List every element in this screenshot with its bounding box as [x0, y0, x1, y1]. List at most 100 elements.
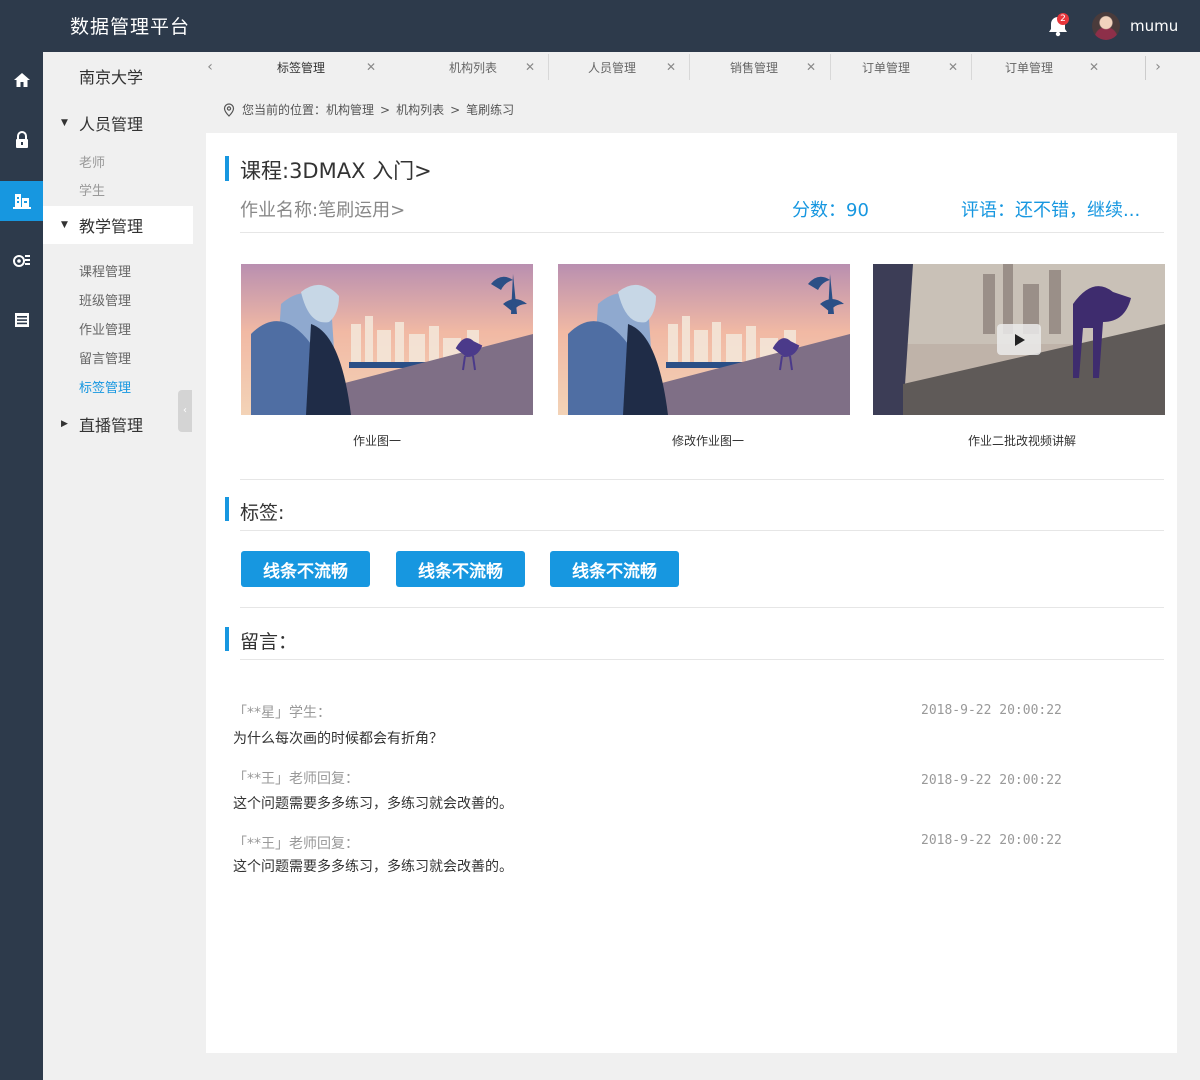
revised-homework-image[interactable] [558, 264, 850, 415]
close-icon[interactable]: ✕ [366, 60, 376, 74]
sidebar-item-homework[interactable]: 作业管理 [79, 319, 131, 338]
messages-section-title: 留言： [240, 631, 298, 653]
top-header: 数据管理平台 2 mumu [0, 0, 1200, 52]
tab-orders-2[interactable]: 订单管理 ✕ [972, 52, 1112, 82]
notification-badge: 2 [1057, 13, 1069, 25]
sidebar-item-teacher[interactable]: 老师 [79, 152, 105, 171]
image-caption: 作业二批改视频讲解 [967, 434, 1076, 448]
sidebar-item-course[interactable]: 课程管理 [79, 261, 131, 280]
tab-label: 标签管理 [277, 60, 326, 75]
breadcrumb-item-current: 笔刷练习 [466, 103, 515, 117]
tab-tag-management[interactable]: 标签管理 ✕ [223, 52, 408, 82]
teacher-comment: 评语：还不错，继续... [961, 200, 1141, 221]
homework-name[interactable]: 作业名称:笔刷运用> [240, 196, 405, 222]
breadcrumb-item[interactable]: 机构管理 [326, 101, 374, 118]
breadcrumb-separator: > [450, 102, 461, 117]
close-icon[interactable]: ✕ [525, 60, 535, 74]
message-text: 这个问题需要多多练习，多练习就会改善的。 [233, 859, 513, 875]
caret-down-icon: ▼ [61, 118, 68, 128]
divider [240, 530, 1164, 531]
message-author: 「**王」老师回复： [233, 836, 359, 852]
sidebar-item-message[interactable]: 留言管理 [79, 348, 131, 367]
org-name: 南京大学 [79, 68, 144, 87]
menu-group-personnel[interactable]: ▼ 人员管理 [43, 104, 193, 142]
menu-group-teaching[interactable]: ▼ 教学管理 [43, 206, 193, 244]
sidebar-collapse-handle[interactable]: ‹ [178, 390, 192, 432]
review-video[interactable] [873, 264, 1165, 415]
section-accent-bar [225, 627, 229, 651]
divider [240, 479, 1164, 480]
tab-label: 订单管理 [862, 60, 911, 75]
close-icon[interactable]: ✕ [948, 60, 958, 74]
building-icon [12, 194, 31, 209]
message-author: 「**王」老师回复： [233, 771, 359, 787]
rail-list[interactable] [0, 300, 43, 340]
breadcrumb-item[interactable]: 机构列表 [396, 101, 444, 118]
list-icon [14, 313, 29, 327]
tags-section-title: 标签: [240, 502, 285, 524]
divider [240, 659, 1164, 660]
breadcrumb-separator: > [380, 102, 391, 117]
sidebar-item-class[interactable]: 班级管理 [79, 290, 131, 309]
tag-chip[interactable]: 线条不流畅 [396, 551, 525, 587]
home-icon [13, 73, 30, 87]
homework-image[interactable] [241, 264, 533, 415]
tab-personnel[interactable]: 人员管理 ✕ [549, 52, 689, 82]
menu-group-label: 直播管理 [79, 416, 144, 435]
rail-lock[interactable] [0, 120, 43, 160]
breadcrumb-prefix: 您当前的位置： [242, 103, 327, 117]
rail-analytics[interactable] [0, 240, 43, 280]
caret-down-icon: ▼ [61, 220, 68, 230]
tab-label: 订单管理 [1005, 60, 1054, 75]
sidebar-item-tag[interactable]: 标签管理 [79, 377, 131, 396]
artwork-image [558, 264, 850, 415]
sidebar: 南京大学 ▼ 人员管理 老师 学生 ▼ 教学管理 课程管理 班级管理 作业管理 … [43, 52, 193, 1080]
close-icon[interactable]: ✕ [806, 60, 816, 74]
tab-bar: ‹ 标签管理 ✕ 机构列表 ✕ 人员管理 ✕ 销售管理 ✕ 订单管理 ✕ 订单管… [193, 52, 1200, 82]
message-author: 「**星」学生： [233, 705, 331, 721]
tab-scroll-left-icon[interactable]: ‹ [195, 52, 225, 82]
section-accent-bar [225, 497, 229, 521]
lock-icon [15, 131, 28, 148]
main-panel: 课程:3DMAX 入门> 作业名称:笔刷运用> 分数：90 评语：还不错，继续.… [206, 133, 1177, 1053]
message-timestamp: 2018-9-22 20:00:22 [921, 773, 1062, 788]
caret-right-icon: ▶ [61, 419, 68, 429]
message-text: 这个问题需要多多练习，多练习就会改善的。 [233, 796, 513, 812]
tag-chip[interactable]: 线条不流畅 [550, 551, 679, 587]
close-icon[interactable]: ✕ [1089, 60, 1099, 74]
user-avatar[interactable] [1092, 12, 1120, 40]
tab-orders-1[interactable]: 订单管理 ✕ [831, 52, 971, 82]
tab-label: 机构列表 [449, 60, 498, 75]
play-triangle-icon [1015, 333, 1025, 346]
message-text: 为什么每次画的时候都会有折角？ [233, 731, 443, 747]
tab-org-list[interactable]: 机构列表 ✕ [408, 52, 548, 82]
rail-home[interactable] [0, 60, 43, 100]
close-icon[interactable]: ✕ [666, 60, 676, 74]
tab-scroll-right-icon[interactable]: › [1143, 52, 1173, 82]
location-pin-icon [223, 102, 235, 117]
image-caption: 修改作业图一 [671, 434, 744, 448]
course-title[interactable]: 课程:3DMAX 入门> [240, 155, 432, 185]
play-icon[interactable] [997, 324, 1041, 355]
tab-sales[interactable]: 销售管理 ✕ [690, 52, 830, 82]
rail-building[interactable] [0, 181, 43, 221]
section-accent-bar [225, 156, 229, 181]
tab-label: 销售管理 [730, 60, 779, 75]
sidebar-item-student[interactable]: 学生 [79, 180, 105, 199]
tag-chip[interactable]: 线条不流畅 [241, 551, 370, 587]
tab-label: 人员管理 [588, 60, 637, 75]
username[interactable]: mumu [1130, 17, 1178, 35]
icon-rail [0, 52, 43, 1080]
menu-group-label: 人员管理 [79, 115, 144, 134]
artwork-image [241, 264, 533, 415]
score: 分数：90 [792, 200, 869, 221]
message-timestamp: 2018-9-22 20:00:22 [921, 833, 1062, 848]
analytics-icon [12, 255, 30, 267]
menu-group-live[interactable]: ▶ 直播管理 [43, 405, 193, 443]
app-title: 数据管理平台 [70, 16, 191, 38]
divider [240, 232, 1164, 233]
image-caption: 作业图一 [352, 434, 401, 448]
divider [240, 607, 1164, 608]
message-timestamp: 2018-9-22 20:00:22 [921, 703, 1062, 718]
menu-group-label: 教学管理 [79, 217, 144, 236]
